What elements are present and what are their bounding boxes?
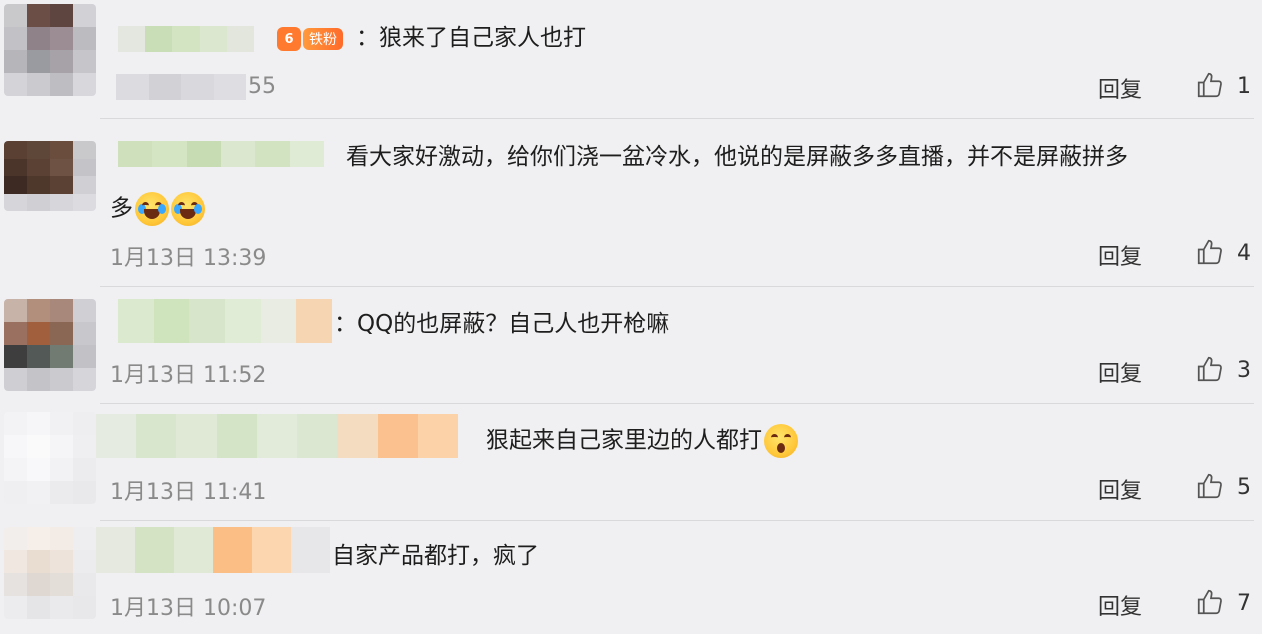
like-button[interactable] — [1195, 587, 1229, 619]
like-count: 1 — [1237, 74, 1251, 99]
comment-5: 自家产品都打，疯了 1月13日 10:07 回复 7 — [0, 521, 1262, 634]
comment-text: ：QQ的也屏蔽？自己人也开枪嘛 — [334, 311, 670, 337]
reply-button[interactable]: 回复 — [1098, 72, 1142, 104]
thumbs-up-icon — [1197, 473, 1222, 499]
timestamp: 1月13日 13:39 — [110, 246, 267, 271]
comment-2: 看大家好激动，给你们浇一盆冷水，他说的是屏蔽多多直播，并不是屏蔽拼多 多 1月1… — [0, 119, 1262, 286]
thumbs-up-icon — [1197, 72, 1222, 98]
comment-3: ：QQ的也屏蔽？自己人也开枪嘛 1月13日 11:52 回复 3 — [0, 287, 1262, 403]
username-blurred[interactable] — [118, 299, 332, 343]
reply-button[interactable]: 回复 — [1098, 589, 1142, 621]
comment-text: ：狼来了自己家人也打 — [356, 25, 586, 51]
shocked-emoji — [764, 424, 798, 458]
time-blurred — [116, 74, 246, 100]
fan-badge-icon: 6 — [277, 27, 301, 51]
comment-text-line1: 看大家好激动，给你们浇一盆冷水，他说的是屏蔽多多直播，并不是屏蔽拼多 — [346, 144, 1128, 170]
comment-text: 多 — [110, 195, 133, 222]
avatar[interactable] — [4, 4, 96, 96]
reply-button[interactable]: 回复 — [1098, 356, 1142, 388]
like-button[interactable] — [1195, 237, 1229, 269]
username-blurred[interactable] — [96, 527, 330, 573]
like-count: 5 — [1237, 475, 1251, 500]
comment-text: 狠起来自己家里边的人都打 — [486, 427, 762, 454]
timestamp: 55 — [248, 74, 276, 99]
thumbs-up-icon — [1197, 239, 1222, 265]
laugh-cry-emoji — [135, 192, 169, 226]
thumbs-up-icon — [1197, 589, 1222, 615]
timestamp: 1月13日 11:41 — [110, 480, 267, 505]
like-button[interactable] — [1195, 471, 1229, 503]
username-blurred[interactable] — [118, 26, 254, 52]
comment-1: 6 铁粉 ：狼来了自己家人也打 55 回复 1 — [0, 0, 1262, 118]
like-count: 4 — [1237, 241, 1251, 266]
fan-badge[interactable]: 6 铁粉 — [277, 26, 353, 52]
comment-text: 自家产品都打，疯了 — [332, 543, 539, 569]
comment-4: 狠起来自己家里边的人都打 1月13日 11:41 回复 5 — [0, 404, 1262, 520]
like-count: 3 — [1237, 358, 1251, 383]
username-blurred[interactable] — [96, 414, 458, 458]
reply-button[interactable]: 回复 — [1098, 473, 1142, 505]
comment-text-line: 狠起来自己家里边的人都打 — [486, 424, 798, 458]
like-button[interactable] — [1195, 70, 1229, 102]
fan-badge-label: 铁粉 — [303, 28, 343, 50]
comment-text-line2: 多 — [110, 192, 205, 226]
like-button[interactable] — [1195, 354, 1229, 386]
timestamp: 1月13日 10:07 — [110, 596, 267, 621]
timestamp: 1月13日 11:52 — [110, 363, 267, 388]
reply-button[interactable]: 回复 — [1098, 239, 1142, 271]
laugh-cry-emoji — [171, 192, 205, 226]
avatar[interactable] — [4, 141, 96, 211]
avatar[interactable] — [4, 299, 96, 391]
avatar[interactable] — [4, 412, 96, 504]
thumbs-up-icon — [1197, 356, 1222, 382]
like-count: 7 — [1237, 591, 1251, 616]
avatar[interactable] — [4, 527, 96, 619]
username-blurred[interactable] — [118, 141, 324, 167]
